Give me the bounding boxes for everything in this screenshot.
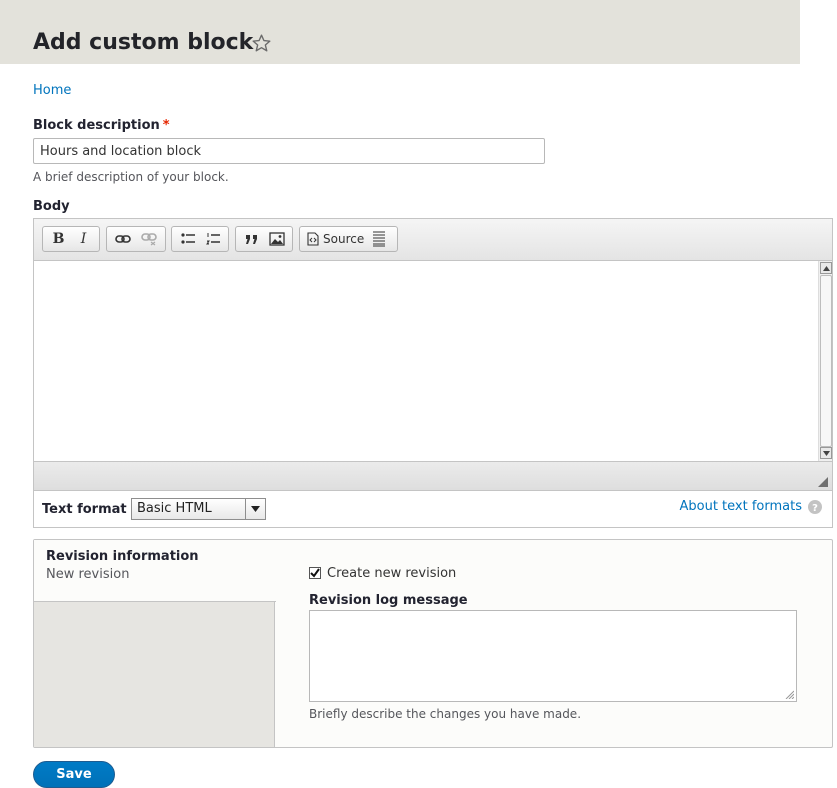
help-icon[interactable]: ? [808, 500, 822, 514]
link-button[interactable] [110, 228, 136, 250]
arrow-up-icon [822, 265, 830, 271]
numbered-list-icon [205, 233, 220, 245]
numbered-list-button[interactable] [200, 228, 225, 250]
revision-log-textarea[interactable] [309, 610, 797, 702]
about-text-formats-link[interactable]: About text formats [679, 499, 802, 514]
create-revision-checkbox[interactable] [309, 567, 321, 579]
blockquote-button[interactable] [239, 228, 264, 250]
page-title: Add custom block [33, 30, 254, 55]
revision-log-help: Briefly describe the changes you have ma… [309, 707, 582, 721]
vertical-tab-summary: New revision [46, 567, 130, 582]
bulleted-list-button[interactable] [175, 228, 200, 250]
body-label: Body [33, 199, 70, 214]
blockquote-icon [245, 235, 257, 244]
editor-toolbar: B I Source [34, 219, 832, 261]
vertical-tab-revision[interactable]: Revision information New revision [34, 540, 276, 602]
text-format-row: Text format Basic HTML About text format… [33, 491, 833, 528]
scroll-thumb[interactable] [820, 275, 832, 447]
source-button-label: Source [323, 232, 365, 246]
source-icon [307, 232, 319, 246]
arrow-down-icon [822, 450, 830, 456]
save-button[interactable]: Save [33, 761, 115, 788]
editor-content-area[interactable] [34, 261, 818, 461]
show-blocks-icon [373, 231, 386, 247]
toolbar-group-lists [171, 226, 229, 252]
text-format-select[interactable]: Basic HTML [131, 498, 266, 520]
create-revision-label[interactable]: Create new revision [327, 566, 456, 581]
bold-button[interactable]: B [46, 228, 71, 250]
required-mark: * [162, 118, 170, 133]
checkmark-icon [310, 568, 320, 578]
block-description-label-text: Block description [33, 118, 160, 133]
resize-handle-icon[interactable] [818, 476, 828, 487]
show-blocks-button[interactable] [368, 228, 390, 250]
block-description-help: A brief description of your block. [33, 170, 229, 184]
block-description-label: Block description * [33, 118, 170, 133]
image-icon [268, 232, 285, 246]
body-editor: B I Source [33, 218, 833, 491]
scroll-down-arrow[interactable] [820, 447, 832, 459]
vertical-tabs: Revision information New revision [34, 540, 276, 747]
breadcrumb-home-link[interactable]: Home [33, 83, 71, 98]
scroll-up-arrow[interactable] [820, 262, 832, 274]
star-icon[interactable] [251, 33, 272, 54]
text-format-selected: Basic HTML [137, 501, 212, 516]
toolbar-group-source: Source [299, 226, 398, 252]
italic-button[interactable]: I [71, 228, 96, 250]
textarea-resize-icon[interactable] [785, 690, 794, 699]
block-description-input[interactable] [33, 138, 545, 164]
editor-scrollbar[interactable] [818, 261, 832, 461]
vertical-tab-title: Revision information [46, 549, 199, 564]
source-button[interactable]: Source [303, 228, 368, 250]
text-format-label: Text format [42, 502, 127, 517]
toolbar-group-basic: B I [42, 226, 100, 252]
link-icon [115, 235, 131, 243]
unlink-icon [141, 233, 157, 246]
revision-log-label: Revision log message [309, 593, 468, 608]
revision-panel: Revision information New revision Create… [33, 539, 833, 748]
svg-text:?: ? [812, 503, 818, 514]
editor-bottom-bar [34, 461, 832, 490]
bulleted-list-icon [180, 233, 195, 244]
image-button[interactable] [264, 228, 289, 250]
select-arrow-icon [245, 499, 265, 519]
toolbar-group-media [235, 226, 293, 252]
toolbar-group-links [106, 226, 166, 252]
unlink-button[interactable] [136, 228, 162, 250]
